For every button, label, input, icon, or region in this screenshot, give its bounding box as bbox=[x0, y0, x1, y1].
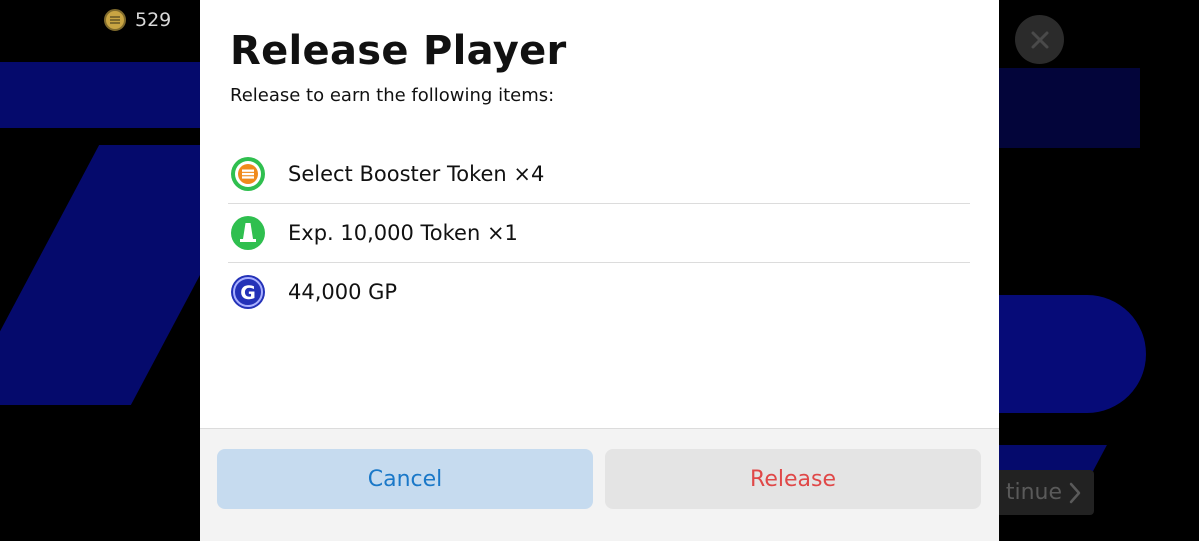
exp-token-icon bbox=[229, 214, 267, 252]
release-player-dialog: Release Player Release to earn the follo… bbox=[200, 0, 999, 541]
dialog-subtitle: Release to earn the following items: bbox=[230, 85, 555, 106]
dialog-header: Release Player Release to earn the follo… bbox=[200, 0, 999, 145]
dialog-footer: Cancel Release bbox=[200, 428, 999, 541]
coin-counter: 529 bbox=[104, 9, 171, 31]
close-icon bbox=[1031, 31, 1048, 48]
reward-label: 44,000 GP bbox=[288, 280, 398, 304]
reward-item: G 44,000 GP bbox=[228, 263, 970, 321]
coin-icon bbox=[104, 9, 126, 31]
reward-label: Select Booster Token ×4 bbox=[288, 162, 545, 186]
background-shape bbox=[990, 68, 1140, 148]
chevron-right-icon bbox=[1069, 482, 1081, 503]
dialog-title: Release Player bbox=[230, 28, 567, 74]
reward-item: Select Booster Token ×4 bbox=[228, 145, 970, 204]
reward-list: Select Booster Token ×4 Exp. 10,000 Toke… bbox=[228, 145, 970, 321]
close-button[interactable] bbox=[1015, 15, 1064, 64]
reward-label: Exp. 10,000 Token ×1 bbox=[288, 221, 518, 245]
release-button[interactable]: Release bbox=[605, 449, 981, 509]
reward-item: Exp. 10,000 Token ×1 bbox=[228, 204, 970, 263]
background-shape bbox=[983, 445, 1107, 471]
svg-text:G: G bbox=[240, 282, 256, 304]
coin-value: 529 bbox=[135, 9, 172, 31]
gp-icon: G bbox=[229, 273, 267, 311]
continue-label: tinue bbox=[1005, 480, 1062, 505]
booster-token-icon bbox=[229, 155, 267, 193]
continue-button[interactable]: tinue bbox=[988, 470, 1094, 515]
cancel-button[interactable]: Cancel bbox=[217, 449, 593, 509]
